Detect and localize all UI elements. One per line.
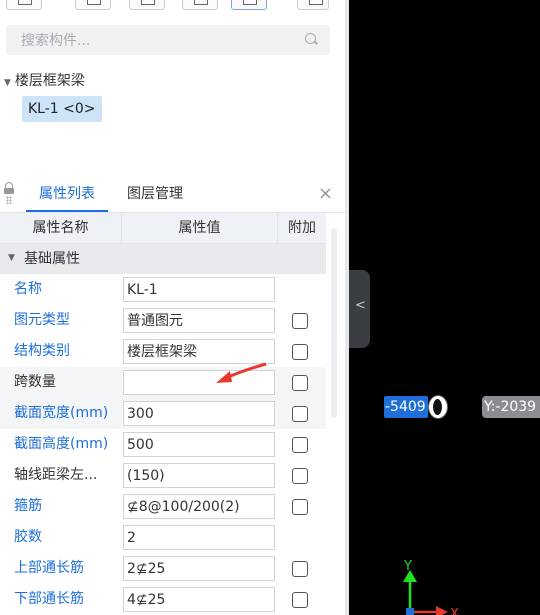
toolbar-button-more[interactable] xyxy=(297,0,329,10)
property-name: 跨数量 xyxy=(14,374,56,390)
property-value-input[interactable]: 300 xyxy=(123,401,275,426)
table-row: 图元类型 普通图元 xyxy=(0,305,326,336)
table-row: 上部通长筋 2⊈25 xyxy=(0,553,326,584)
toolbar-button-paste[interactable] xyxy=(182,0,218,10)
extra-checkbox[interactable] xyxy=(292,499,308,515)
y-coordinate-input[interactable]: Y:-2039 xyxy=(482,396,540,418)
toolbar-button-copy[interactable] xyxy=(75,0,111,10)
property-value-input[interactable]: (150) xyxy=(123,463,275,488)
collapse-panel-button[interactable]: < xyxy=(349,270,370,348)
toolbar-button-layer[interactable] xyxy=(231,0,267,10)
table-row: 跨数量 xyxy=(0,367,326,398)
caret-down-icon[interactable]: ▼ xyxy=(4,78,11,88)
extra-checkbox[interactable] xyxy=(292,406,308,422)
tree-node-frame-beam[interactable]: ▼ 楼层框架梁 xyxy=(4,70,85,90)
toolbar xyxy=(0,0,345,14)
property-value-input[interactable]: KL-1 xyxy=(123,277,275,302)
property-value-input[interactable]: 500 xyxy=(123,432,275,457)
drawing-viewport[interactable] xyxy=(349,0,540,615)
table-row: 胶数 2 xyxy=(0,522,326,553)
table-row: 箍筋 ⊈8@100/200(2) xyxy=(0,491,326,522)
left-panel: 搜索构件... ▼ 楼层框架梁 KL-1 <0> 属性列表 图层管理 × 属性名称… xyxy=(0,0,345,615)
extra-checkbox[interactable] xyxy=(292,375,308,391)
table-row: 轴线距梁左... (150) xyxy=(0,460,326,491)
table-row: 结构类别 楼层框架梁 xyxy=(0,336,326,367)
group-basic-properties[interactable]: ▼ 基础属性 xyxy=(0,244,326,274)
tab-layer-management[interactable]: 图层管理 xyxy=(115,176,195,212)
tab-attribute-list[interactable]: 属性列表 xyxy=(26,176,108,212)
tree-node-kl1[interactable]: KL-1 <0> xyxy=(22,96,102,122)
caret-down-icon[interactable]: ▼ xyxy=(8,253,15,263)
table-row: 截面高度(mm) 500 xyxy=(0,429,326,460)
property-value-input[interactable]: 普通图元 xyxy=(123,308,275,333)
extra-checkbox[interactable] xyxy=(292,592,308,608)
toolbar-button-new[interactable] xyxy=(6,0,42,10)
header-property-name: 属性名称 xyxy=(0,213,122,243)
table-row: 名称 KL-1 xyxy=(0,274,326,305)
property-name: 结构类别 xyxy=(14,343,70,359)
axis-x-label: X xyxy=(450,607,459,615)
close-icon[interactable]: × xyxy=(318,185,333,203)
search-input[interactable]: 搜索构件... xyxy=(6,25,330,55)
extra-checkbox[interactable] xyxy=(292,437,308,453)
chevron-left-icon: < xyxy=(355,298,366,313)
property-table: 属性名称 属性值 附加 ▼ 基础属性 名称 KL-1 图元类型 普通图元 结构类… xyxy=(0,213,326,615)
table-row: 下部通长筋 4⊈25 xyxy=(0,584,326,615)
property-value-input[interactable]: ⊈8@100/200(2) xyxy=(123,494,275,519)
coordinate-toggle[interactable] xyxy=(428,395,448,419)
header-property-value: 属性值 xyxy=(122,213,278,243)
property-value-input[interactable]: 4⊈25 xyxy=(123,587,275,612)
property-name: 轴线距梁左... xyxy=(14,467,98,483)
property-name: 截面高度(mm) xyxy=(14,436,109,452)
property-value-input[interactable]: 2⊈25 xyxy=(123,556,275,581)
search-placeholder: 搜索构件... xyxy=(21,33,91,49)
axis-gizmo: Y X xyxy=(403,560,459,615)
table-header: 属性名称 属性值 附加 xyxy=(0,213,326,244)
lock-icon[interactable] xyxy=(4,182,14,204)
extra-checkbox[interactable] xyxy=(292,313,308,329)
property-name: 截面宽度(mm) xyxy=(14,405,109,421)
property-name: 图元类型 xyxy=(14,312,70,328)
property-scrollbar[interactable] xyxy=(331,228,337,418)
property-name: 上部通长筋 xyxy=(14,560,84,576)
search-icon[interactable] xyxy=(305,33,316,44)
x-coordinate-input[interactable]: -5409 xyxy=(384,396,428,418)
red-arrow-annotation xyxy=(216,362,267,383)
axis-y-label: Y xyxy=(403,560,412,574)
property-name: 箍筋 xyxy=(14,498,42,514)
property-name: 下部通长筋 xyxy=(14,591,84,607)
group-title: 基础属性 xyxy=(24,251,80,267)
property-value-input[interactable]: 2 xyxy=(123,525,275,550)
property-name: 胶数 xyxy=(14,529,42,545)
tree-node-label: 楼层框架梁 xyxy=(14,73,85,89)
header-extra: 附加 xyxy=(288,220,316,236)
extra-checkbox[interactable] xyxy=(292,344,308,360)
property-name: 名称 xyxy=(14,281,42,297)
table-row: 截面宽度(mm) 300 xyxy=(0,398,326,429)
toolbar-button-delete[interactable] xyxy=(129,0,165,10)
extra-checkbox[interactable] xyxy=(292,561,308,577)
extra-checkbox[interactable] xyxy=(292,468,308,484)
property-tabs: 属性列表 图层管理 × xyxy=(0,176,345,213)
